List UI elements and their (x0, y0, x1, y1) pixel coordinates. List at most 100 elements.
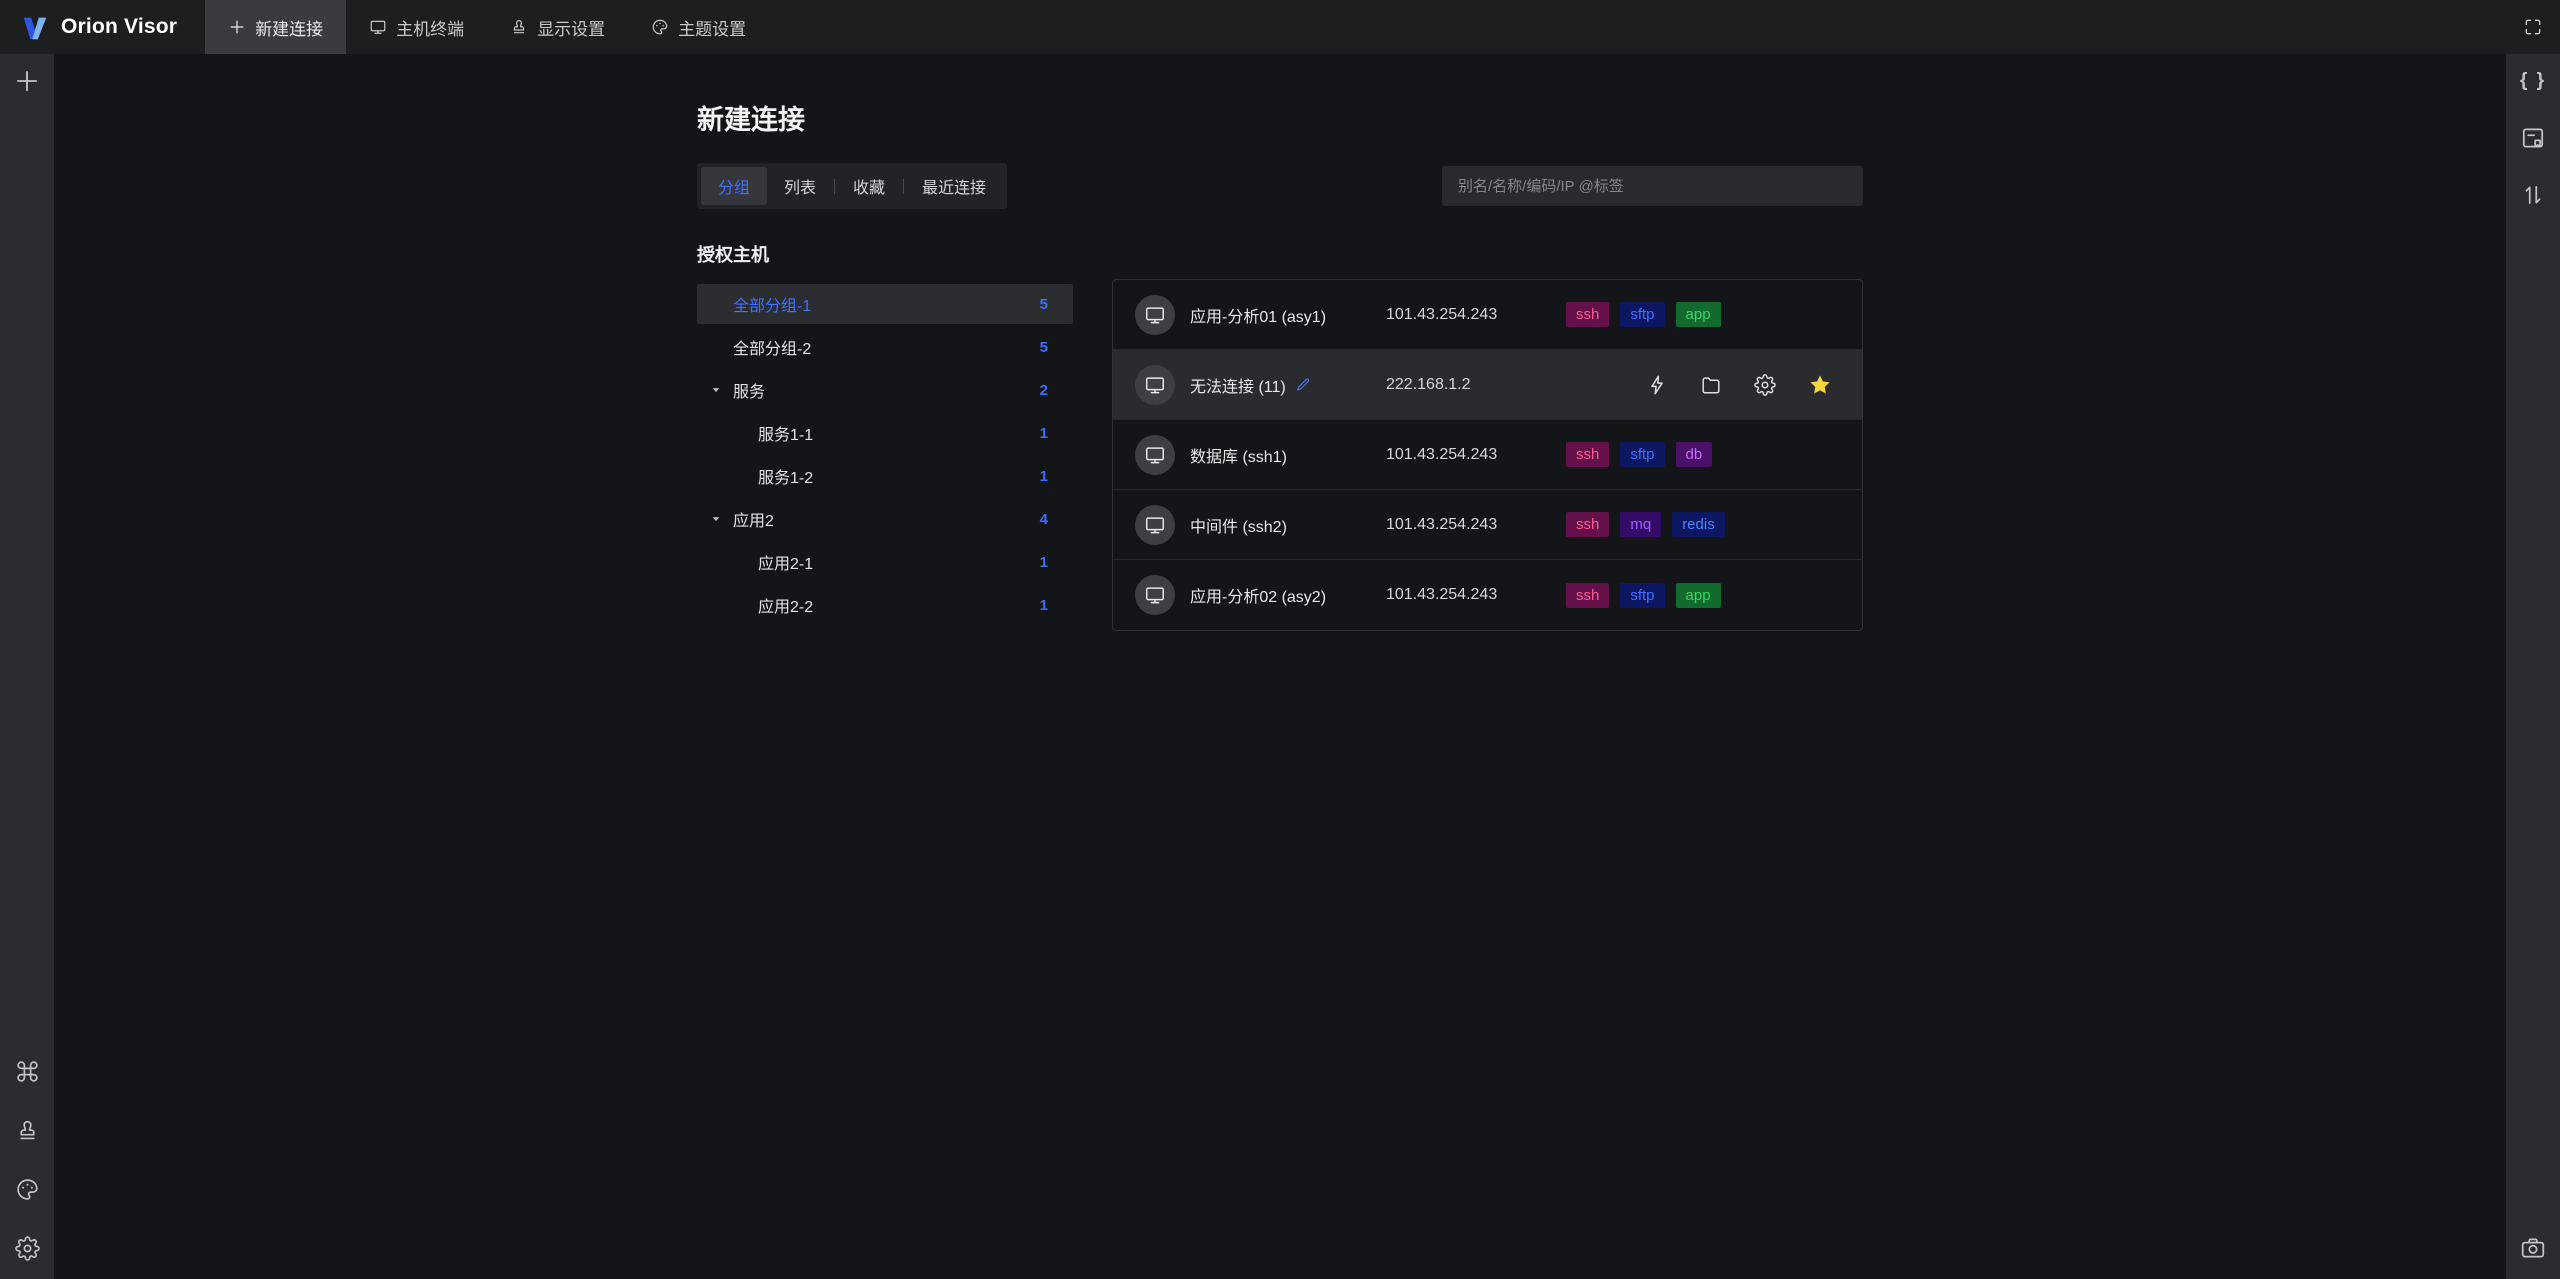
tree-item[interactable]: 全部分组-1 5 (697, 284, 1073, 324)
caret-down-icon[interactable] (711, 385, 721, 395)
tree-item-label: 应用2-1 (758, 556, 814, 573)
braces-button[interactable]: { } (2518, 66, 2548, 96)
form-doc-button[interactable] (2518, 123, 2548, 153)
host-tag: sftp (1620, 442, 1665, 467)
top-tab-label: 主题设置 (678, 19, 747, 39)
gear-button[interactable] (12, 1233, 42, 1263)
form-doc-icon (2522, 128, 2544, 148)
plus-icon (16, 70, 38, 92)
host-name: 应用-分析01 (asy1) (1190, 308, 1327, 326)
monitor-icon (1146, 446, 1164, 463)
folder-icon (1702, 376, 1720, 394)
host-tag: sftp (1620, 582, 1665, 608)
top-tab[interactable]: 主机终端 (346, 0, 487, 54)
gear-icon (1754, 373, 1776, 396)
host-tags: ssh mq redis (1566, 512, 1725, 537)
stamp-button[interactable] (12, 1115, 42, 1145)
right-sidebar-bottom (2518, 1233, 2548, 1279)
command-button[interactable] (12, 1056, 42, 1086)
brand: Orion Visor (0, 0, 205, 54)
monitor-icon (1146, 587, 1164, 604)
host-avatar (1135, 575, 1175, 615)
tree-item[interactable]: 服务1-2 1 (697, 456, 1073, 496)
top-tab[interactable]: 主题设置 (628, 0, 769, 54)
host-actions (1646, 373, 1832, 397)
plus-button[interactable] (12, 66, 42, 96)
host-name: 数据库 (ssh1) (1190, 448, 1287, 466)
folder-action-button[interactable] (1700, 374, 1722, 396)
search-input[interactable] (1458, 177, 1847, 195)
palette-icon (652, 19, 668, 35)
host-row[interactable]: 应用-分析02 (asy2) 101.43.254.243 ssh sftp app (1113, 560, 1862, 630)
segment-separator (903, 178, 905, 194)
gear-icon (14, 1235, 40, 1261)
tree-item-count: 1 (1039, 596, 1048, 614)
host-row[interactable]: 中间件 (ssh2) 101.43.254.243 ssh mq redis (1113, 490, 1862, 560)
tree-item-count: 1 (1039, 424, 1048, 442)
tree-item[interactable]: 应用2-2 1 (697, 585, 1073, 625)
columns: 授权主机 全部分组-1 5 全部分组-2 5 服务 2 服务1-1 1 服务1-2 1 应用2 4 应用… (697, 241, 1863, 631)
lightning-action-button[interactable] (1646, 374, 1668, 396)
host-tag: sftp (1620, 302, 1665, 327)
host-name: 中间件 (ssh2) (1190, 518, 1287, 536)
tree-item-count: 5 (1039, 295, 1048, 313)
tree-item[interactable]: 应用2 4 (697, 499, 1073, 539)
tree-item-count: 2 (1039, 381, 1048, 399)
group-tree-panel: 授权主机 全部分组-1 5 全部分组-2 5 服务 2 服务1-1 1 服务1-2 1 应用2 4 应用… (697, 241, 1073, 631)
host-ip: 101.43.254.243 (1386, 445, 1498, 463)
view-tab[interactable]: 分组 (701, 167, 768, 205)
tree-item[interactable]: 全部分组-2 5 (697, 327, 1073, 367)
host-tag: redis (1672, 512, 1725, 537)
host-ip: 101.43.254.243 (1386, 515, 1498, 533)
top-tab[interactable]: 显示设置 (487, 0, 628, 54)
host-tag: ssh (1566, 582, 1610, 608)
host-row[interactable]: 无法连接 (11) 222.168.1.2 (1113, 350, 1862, 420)
top-tab[interactable]: 新建连接 (205, 0, 347, 54)
tree-item-label: 服务 (733, 384, 766, 401)
palette-button[interactable] (12, 1174, 42, 1204)
tree-item[interactable]: 应用2-1 1 (697, 542, 1073, 582)
pencil-icon (1296, 378, 1309, 391)
edit-host-button[interactable] (1295, 377, 1311, 393)
host-row[interactable]: 数据库 (ssh1) 101.43.254.243 ssh sftp db (1113, 420, 1862, 490)
plus-icon (230, 20, 244, 34)
tree-item-count: 1 (1039, 467, 1048, 485)
camera-icon (2521, 1238, 2545, 1258)
monitor-icon (370, 20, 386, 34)
caret-down-icon[interactable] (711, 514, 721, 524)
sort-vertical-button[interactable] (2518, 180, 2548, 210)
sort-vertical-icon (2525, 186, 2541, 204)
top-tab-label: 主机终端 (396, 19, 465, 39)
tree-item-label: 全部分组-1 (733, 298, 812, 315)
view-tab[interactable]: 最近连接 (905, 167, 1003, 205)
top-tab-label: 显示设置 (537, 19, 606, 39)
controls-row: 分组 列表 收藏 最近连接 (697, 163, 1863, 209)
host-tags: ssh sftp db (1566, 442, 1713, 467)
page-title: 新建连接 (697, 105, 805, 135)
top-tab-label: 新建连接 (255, 19, 324, 39)
view-tab[interactable]: 收藏 (836, 167, 902, 205)
camera-button[interactable] (2518, 1233, 2548, 1263)
view-tab[interactable]: 列表 (767, 167, 833, 205)
gear-action-button[interactable] (1754, 373, 1776, 396)
top-bar: Orion Visor 新建连接 主机终端 显示设置 主题设置 (0, 0, 2560, 54)
tree-item-label: 服务1-1 (758, 427, 814, 444)
host-tags: ssh sftp app (1566, 582, 1721, 608)
fullscreen-button[interactable] (2506, 0, 2560, 54)
tree-item[interactable]: 服务 2 (697, 370, 1073, 410)
star-action-button[interactable] (1808, 373, 1832, 397)
host-row[interactable]: 应用-分析01 (asy1) 101.43.254.243 ssh sftp app (1113, 280, 1862, 350)
host-name: 应用-分析02 (asy2) (1190, 589, 1327, 606)
host-tag: ssh (1566, 302, 1610, 327)
host-ip: 222.168.1.2 (1386, 375, 1471, 393)
host-tag: mq (1620, 512, 1662, 537)
tree-item[interactable]: 服务1-1 1 (697, 413, 1073, 453)
view-segmented-control: 分组 列表 收藏 最近连接 (697, 163, 1008, 209)
star-icon (1810, 375, 1830, 393)
host-tag: ssh (1566, 512, 1610, 537)
host-avatar (1135, 294, 1175, 335)
orion-visor-logo-icon (23, 17, 47, 40)
host-avatar (1135, 434, 1175, 475)
tree-item-label: 应用2 (733, 513, 774, 530)
monitor-icon (1146, 376, 1164, 393)
